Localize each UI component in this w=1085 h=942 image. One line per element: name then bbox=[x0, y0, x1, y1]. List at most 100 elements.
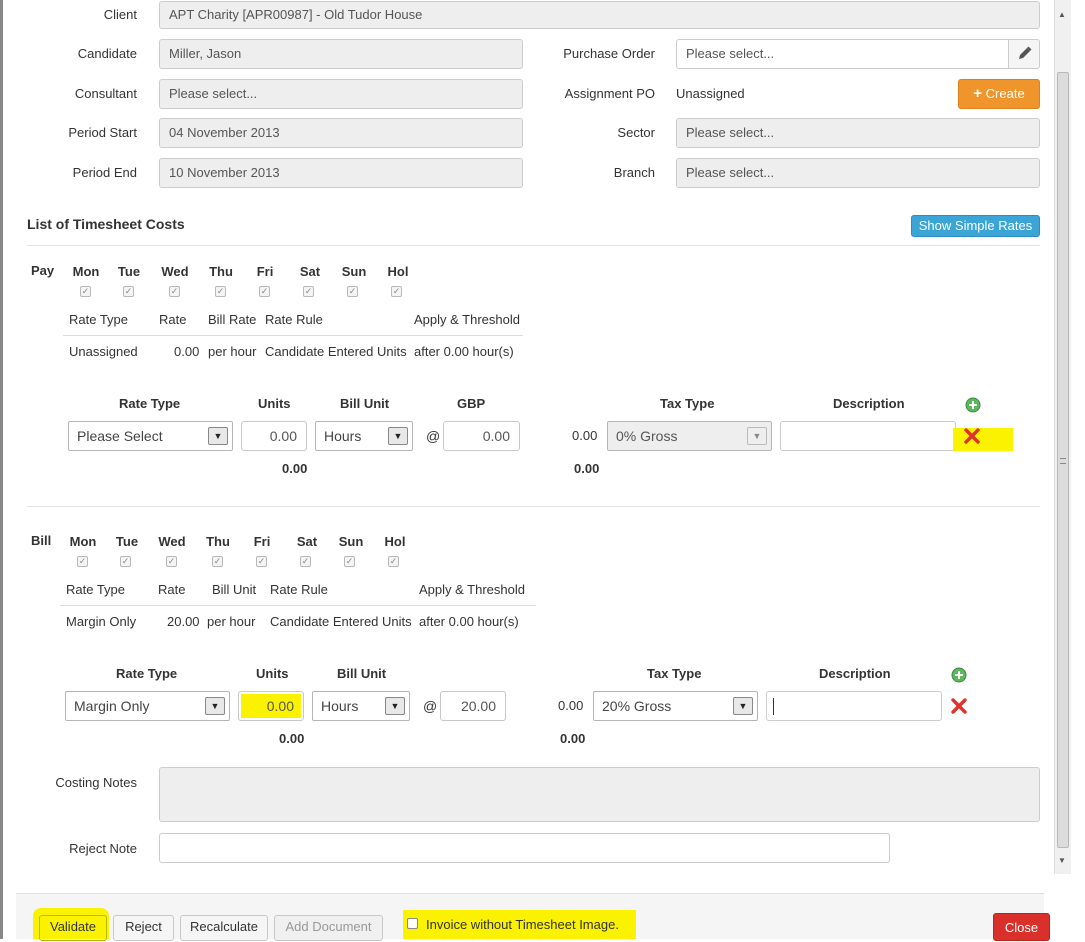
bill-thu-checkbox[interactable]: ✓ bbox=[212, 556, 223, 567]
bill-rate-type-select[interactable]: Margin Only ▼ bbox=[65, 691, 230, 721]
pay-rate-input[interactable]: 0.00 bbox=[443, 421, 520, 451]
bill-hol-checkbox[interactable]: ✓ bbox=[388, 556, 399, 567]
consultant-select[interactable]: Please select... bbox=[159, 79, 523, 109]
bill-wed-checkbox[interactable]: ✓ bbox=[166, 556, 177, 567]
scrollbar[interactable]: ▲ ▼ bbox=[1054, 0, 1071, 874]
reject-note-label: Reject Note bbox=[69, 841, 137, 856]
pay-rate-type-select[interactable]: Please Select ▼ bbox=[68, 421, 233, 451]
create-button[interactable]: + Create bbox=[958, 79, 1040, 109]
timesheet-costs-title: List of Timesheet Costs bbox=[27, 216, 185, 232]
pay-day-sat: Sat bbox=[299, 264, 321, 279]
assignment-po-label: Assignment PO bbox=[564, 86, 655, 101]
bill-units-input[interactable]: 0.00 bbox=[238, 691, 304, 721]
pay-row-rate-type: Unassigned bbox=[69, 344, 138, 359]
pay-bill-unit-select[interactable]: Hours ▼ bbox=[315, 421, 413, 451]
add-document-button[interactable]: Add Document bbox=[274, 915, 383, 941]
bill-sun-checkbox[interactable]: ✓ bbox=[344, 556, 355, 567]
reject-button[interactable]: Reject bbox=[113, 915, 174, 941]
pay-entry-tax-type-header: Tax Type bbox=[660, 396, 715, 411]
scroll-up-icon[interactable]: ▲ bbox=[1058, 10, 1066, 19]
sector-label: Sector bbox=[617, 125, 655, 140]
pay-entry-bill-unit-header: Bill Unit bbox=[340, 396, 390, 411]
bill-bill-unit-select[interactable]: Hours ▼ bbox=[312, 691, 410, 721]
chevron-down-icon: ▼ bbox=[385, 697, 405, 715]
add-bill-rate-button[interactable] bbox=[951, 667, 967, 686]
pay-mon-checkbox[interactable]: ✓ bbox=[80, 286, 91, 297]
branch-select[interactable]: Please select... bbox=[676, 158, 1040, 188]
bill-row-bill-unit: per hour bbox=[207, 614, 256, 629]
pay-row-bill-rate: per hour bbox=[208, 344, 257, 359]
pay-sun-checkbox[interactable]: ✓ bbox=[347, 286, 358, 297]
bill-tue-checkbox[interactable]: ✓ bbox=[120, 556, 131, 567]
divider bbox=[27, 506, 1040, 507]
bill-row-rate-rule: Candidate Entered Units bbox=[270, 614, 412, 629]
chevron-down-icon: ▼ bbox=[747, 427, 767, 445]
edit-purchase-order-button[interactable] bbox=[1008, 39, 1040, 69]
plus-icon: + bbox=[973, 85, 983, 102]
reject-note-input[interactable] bbox=[159, 833, 890, 863]
pay-col-bill-rate: Bill Rate bbox=[208, 312, 257, 327]
remove-pay-rate-button[interactable] bbox=[963, 428, 981, 447]
chevron-down-icon: ▼ bbox=[205, 697, 225, 715]
recalculate-button[interactable]: Recalculate bbox=[180, 915, 268, 941]
branch-label: Branch bbox=[613, 165, 655, 180]
pay-description-input[interactable] bbox=[780, 421, 956, 451]
pay-rate-type-value: Please Select bbox=[77, 428, 163, 444]
pay-tue-checkbox[interactable]: ✓ bbox=[123, 286, 134, 297]
purchase-order-select[interactable]: Please select... bbox=[676, 39, 1009, 69]
bill-fri-checkbox[interactable]: ✓ bbox=[256, 556, 267, 567]
scroll-down-icon[interactable]: ▼ bbox=[1058, 856, 1066, 865]
validate-button[interactable]: Validate bbox=[39, 915, 107, 941]
bill-day-mon: Mon bbox=[69, 534, 97, 549]
bill-col-rate-type: Rate Type bbox=[66, 582, 126, 597]
remove-bill-rate-button[interactable] bbox=[950, 698, 968, 717]
bill-amount-value: 0.00 bbox=[558, 698, 584, 713]
bill-sat-checkbox[interactable]: ✓ bbox=[300, 556, 311, 567]
bill-day-wed: Wed bbox=[158, 534, 186, 549]
bill-entry-rate-type-header: Rate Type bbox=[116, 666, 178, 681]
pay-day-tue: Tue bbox=[117, 264, 141, 279]
pay-day-fri: Fri bbox=[256, 264, 274, 279]
pay-thu-checkbox[interactable]: ✓ bbox=[215, 286, 226, 297]
pay-row-threshold: after 0.00 hour(s) bbox=[414, 344, 514, 359]
pay-section-label: Pay bbox=[31, 263, 55, 278]
pay-day-wed: Wed bbox=[161, 264, 189, 279]
pay-row-rate-rule: Candidate Entered Units bbox=[265, 344, 407, 359]
close-button[interactable]: Close bbox=[993, 913, 1050, 941]
bill-bill-unit-value: Hours bbox=[321, 698, 359, 714]
period-end-field: 10 November 2013 bbox=[159, 158, 523, 188]
sector-select[interactable]: Please select... bbox=[676, 118, 1040, 148]
candidate-label: Candidate bbox=[77, 46, 137, 61]
assignment-po-value: Unassigned bbox=[676, 86, 745, 101]
bill-rate-input[interactable]: 20.00 bbox=[440, 691, 506, 721]
bill-rate-type-value: Margin Only bbox=[74, 698, 150, 714]
invoice-without-image-checkbox[interactable] bbox=[407, 918, 418, 929]
purchase-order-label: Purchase Order bbox=[563, 46, 655, 61]
add-icon bbox=[951, 667, 967, 683]
pay-fri-checkbox[interactable]: ✓ bbox=[259, 286, 270, 297]
add-icon bbox=[965, 397, 981, 413]
create-button-label: Create bbox=[985, 86, 1025, 101]
bill-row-threshold: after 0.00 hour(s) bbox=[419, 614, 519, 629]
bill-day-hol: Hol bbox=[384, 534, 406, 549]
bill-description-input[interactable] bbox=[766, 691, 942, 721]
period-end-label: Period End bbox=[72, 165, 137, 180]
show-simple-rates-button[interactable]: Show Simple Rates bbox=[911, 215, 1040, 237]
bill-col-apply-threshold: Apply & Threshold bbox=[419, 582, 525, 597]
scrollbar-thumb[interactable] bbox=[1057, 72, 1069, 848]
pay-sat-checkbox[interactable]: ✓ bbox=[303, 286, 314, 297]
pay-entry-rate-type-header: Rate Type bbox=[119, 396, 181, 411]
pay-tax-type-select[interactable]: 0% Gross ▼ bbox=[607, 421, 772, 451]
bill-tax-type-select[interactable]: 20% Gross ▼ bbox=[593, 691, 758, 721]
bill-day-thu: Thu bbox=[206, 534, 230, 549]
costing-notes-textarea[interactable] bbox=[159, 767, 1040, 822]
divider bbox=[60, 605, 536, 606]
add-pay-rate-button[interactable] bbox=[965, 397, 981, 416]
pay-units-input[interactable]: 0.00 bbox=[241, 421, 307, 451]
window-border bbox=[0, 0, 3, 939]
pay-hol-checkbox[interactable]: ✓ bbox=[391, 286, 402, 297]
bill-mon-checkbox[interactable]: ✓ bbox=[77, 556, 88, 567]
pay-wed-checkbox[interactable]: ✓ bbox=[169, 286, 180, 297]
bill-units-value: 0.00 bbox=[266, 698, 294, 714]
client-field: APT Charity [APR00987] - Old Tudor House bbox=[159, 1, 1040, 29]
